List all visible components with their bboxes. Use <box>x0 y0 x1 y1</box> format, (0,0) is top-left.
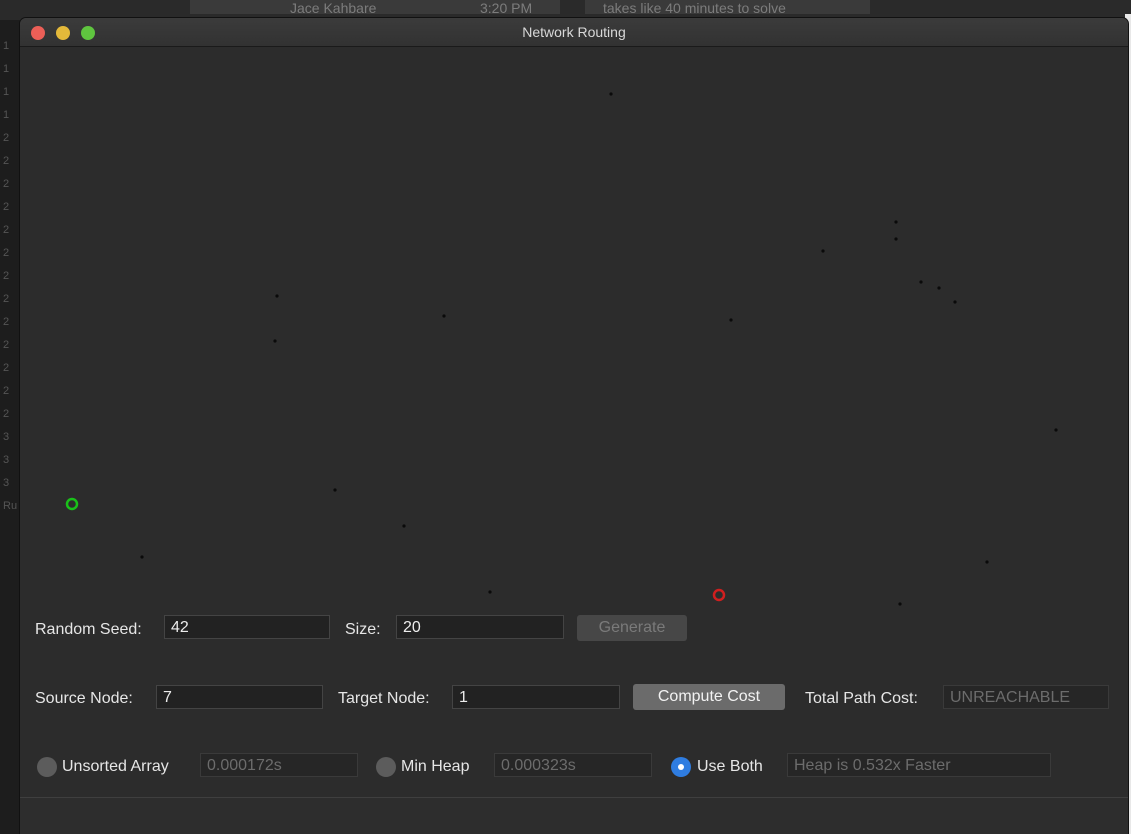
background-edge-glyph: 3 <box>3 454 10 466</box>
source-node-marker <box>65 497 79 511</box>
min-heap-radio[interactable] <box>376 757 396 777</box>
graph-node <box>985 560 989 564</box>
background-edge-glyph: 2 <box>3 408 10 420</box>
unsorted-array-time-field: 0.000172s <box>200 753 358 777</box>
use-both-label[interactable]: Use Both <box>697 758 763 776</box>
background-edge-glyph: 3 <box>3 477 10 489</box>
background-edge-glyph: Ru <box>3 500 18 512</box>
target-node-label: Target Node: <box>338 690 430 707</box>
source-node-input[interactable]: 7 <box>156 685 323 709</box>
graph-node <box>1054 428 1058 432</box>
total-path-cost-label: Total Path Cost: <box>805 690 918 707</box>
background-edge-glyph: 1 <box>3 86 10 98</box>
source-node-label: Source Node: <box>35 690 133 707</box>
background-edge-glyph: 1 <box>3 63 10 75</box>
min-heap-label[interactable]: Min Heap <box>401 758 469 776</box>
graph-node <box>442 314 446 318</box>
unsorted-array-label[interactable]: Unsorted Array <box>62 758 169 776</box>
graph-node <box>919 280 923 284</box>
graph-node <box>821 249 825 253</box>
title-bar[interactable]: Network Routing <box>20 18 1128 47</box>
background-edge-glyph: 1 <box>3 109 10 121</box>
unsorted-array-radio[interactable] <box>37 757 57 777</box>
background-edge-glyph: 2 <box>3 247 10 259</box>
target-node-marker <box>712 588 726 602</box>
target-node-input[interactable]: 1 <box>452 685 620 709</box>
graph-node <box>488 590 492 594</box>
random-seed-input[interactable]: 42 <box>164 615 330 639</box>
comparison-result-field: Heap is 0.532x Faster <box>787 753 1051 777</box>
background-edge-glyph: 2 <box>3 270 10 282</box>
compute-cost-button[interactable]: Compute Cost <box>633 684 785 710</box>
background-app-strip: Jace Kahbare 3:20 PM takes like 40 minut… <box>0 0 1131 20</box>
size-input[interactable]: 20 <box>396 615 564 639</box>
generate-button[interactable]: Generate <box>577 615 687 641</box>
background-chat-message: takes like 40 minutes to solve <box>603 0 786 16</box>
size-label: Size: <box>345 621 381 638</box>
graph-node <box>333 488 337 492</box>
window-title: Network Routing <box>522 24 626 40</box>
background-chat-time: 3:20 PM <box>480 0 533 16</box>
background-edge-glyph: 2 <box>3 201 10 213</box>
graph-node <box>937 286 941 290</box>
min-heap-time-field: 0.000323s <box>494 753 652 777</box>
graph-node <box>273 339 277 343</box>
network-routing-window: Network Routing Random Seed: 42 Size: 20… <box>20 18 1128 834</box>
background-left-edge: 1 1 1 1 2 2 2 2 2 2 2 2 2 2 2 2 2 3 3 3 Ru <box>0 20 20 834</box>
graph-node <box>894 220 898 224</box>
use-both-radio[interactable] <box>671 757 691 777</box>
status-bar <box>20 797 1128 834</box>
background-edge-glyph: 2 <box>3 362 10 374</box>
background-edge-glyph: 2 <box>3 155 10 167</box>
graph-node <box>894 237 898 241</box>
graph-node <box>140 555 144 559</box>
graph-svg <box>65 92 1058 606</box>
graph-node <box>402 524 406 528</box>
background-edge-glyph: 2 <box>3 339 10 351</box>
graph-node <box>953 300 957 304</box>
background-edge-glyph: 2 <box>3 132 10 144</box>
background-edge-glyph: 1 <box>3 40 10 52</box>
background-edge-glyph: 2 <box>3 316 10 328</box>
background-edge-glyph: 2 <box>3 178 10 190</box>
graph-node <box>275 294 279 298</box>
background-chat-name: Jace Kahbare <box>290 0 377 16</box>
background-edge-glyph: 2 <box>3 293 10 305</box>
background-edge-glyph: 3 <box>3 431 10 443</box>
graph-node <box>729 318 733 322</box>
total-path-cost-field: UNREACHABLE <box>943 685 1109 709</box>
background-edge-glyph: 2 <box>3 224 10 236</box>
graph-node <box>609 92 613 96</box>
graph-node <box>898 602 902 606</box>
graph-canvas[interactable] <box>20 47 1128 617</box>
random-seed-label: Random Seed: <box>35 621 142 638</box>
background-edge-glyph: 2 <box>3 385 10 397</box>
